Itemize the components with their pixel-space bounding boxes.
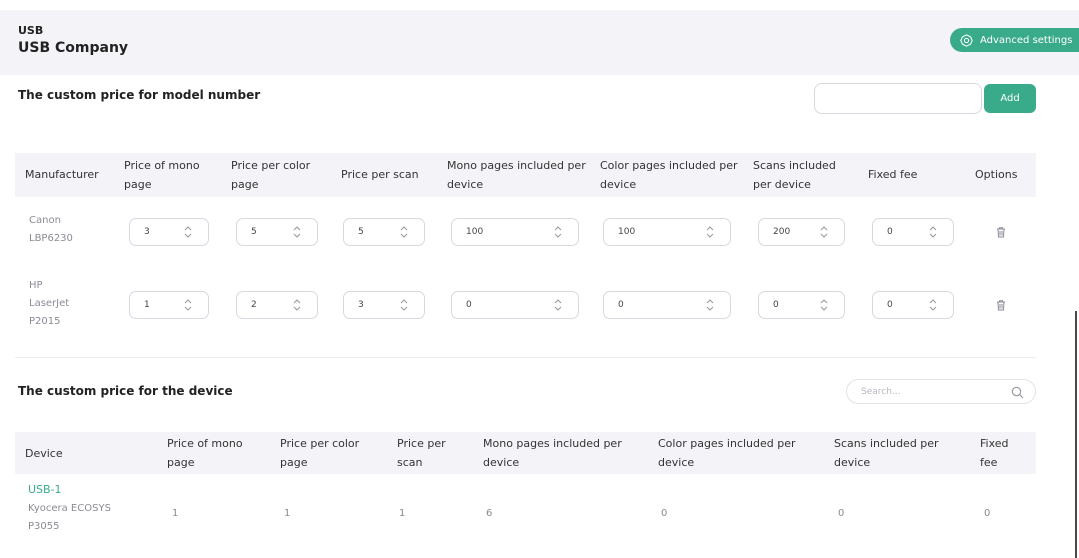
add-button[interactable]: Add bbox=[984, 84, 1036, 113]
model-col-fixed-fee: Fixed fee bbox=[868, 168, 918, 181]
model-col-options: Options bbox=[975, 168, 1018, 181]
device-col-fixed-fee: Fixed fee bbox=[980, 437, 1009, 469]
spinner-arrows-icon[interactable] bbox=[818, 298, 830, 312]
scans-included-stepper[interactable]: 0 bbox=[758, 291, 845, 319]
gear-icon bbox=[960, 33, 973, 47]
spinner-arrows-icon[interactable] bbox=[398, 298, 410, 312]
stepper-value: 0 bbox=[887, 227, 893, 237]
price-scan-stepper[interactable]: 3 bbox=[343, 291, 425, 319]
spinner-arrows-icon[interactable] bbox=[927, 298, 939, 312]
price-color-stepper[interactable]: 5 bbox=[236, 218, 318, 246]
device-model-line: Kyocera ECOSYS bbox=[28, 503, 111, 514]
spinner-arrows-icon[interactable] bbox=[552, 225, 564, 239]
spinner-arrows-icon[interactable] bbox=[818, 225, 830, 239]
device-col-price-color: Price per color page bbox=[280, 437, 360, 469]
advanced-settings-button[interactable]: Advanced settings bbox=[950, 28, 1079, 52]
model-section-title: The custom price for model number bbox=[18, 88, 261, 102]
stepper-value: 2 bbox=[251, 300, 257, 310]
mono-included-stepper[interactable]: 0 bbox=[451, 291, 579, 319]
device-mono-included: 6 bbox=[486, 508, 493, 519]
scans-included-stepper[interactable]: 200 bbox=[758, 218, 845, 246]
model-col-color-included: Color pages included per device bbox=[600, 159, 738, 191]
stepper-value: 5 bbox=[251, 227, 257, 237]
stepper-value: 0 bbox=[618, 300, 624, 310]
stepper-value: 100 bbox=[618, 227, 636, 237]
model-col-scans-included: Scans included per device bbox=[753, 159, 836, 191]
advanced-settings-label: Advanced settings bbox=[980, 34, 1073, 46]
device-col-price-scan: Price per scan bbox=[397, 437, 446, 469]
device-col-scans-included: Scans included per device bbox=[834, 437, 939, 469]
spinner-arrows-icon[interactable] bbox=[398, 225, 410, 239]
stepper-value: 3 bbox=[144, 227, 150, 237]
manufacturer-line: HP bbox=[29, 280, 43, 291]
stepper-value: 5 bbox=[358, 227, 364, 237]
spinner-arrows-icon[interactable] bbox=[291, 298, 303, 312]
device-col-device: Device bbox=[25, 447, 63, 460]
device-col-color-included: Color pages included per device bbox=[658, 437, 796, 469]
stepper-value: 0 bbox=[887, 300, 893, 310]
device-price-scan: 1 bbox=[399, 508, 406, 519]
spinner-arrows-icon[interactable] bbox=[291, 225, 303, 239]
model-col-mono-included: Mono pages included per device bbox=[447, 159, 586, 191]
manufacturer-line: LaserJet bbox=[29, 298, 70, 309]
stepper-value: 3 bbox=[358, 300, 364, 310]
color-included-stepper[interactable]: 0 bbox=[603, 291, 731, 319]
scrollbar[interactable] bbox=[1075, 311, 1077, 558]
trash-icon[interactable] bbox=[995, 226, 1007, 238]
company-name: USB Company bbox=[18, 40, 129, 56]
company-header: USB USB Company Advanced settings bbox=[0, 10, 1079, 75]
spinner-arrows-icon[interactable] bbox=[182, 225, 194, 239]
fixed-fee-stepper[interactable]: 0 bbox=[872, 291, 954, 319]
company-kicker: USB bbox=[18, 24, 44, 37]
search-icon[interactable] bbox=[1011, 386, 1024, 399]
model-col-price-mono: Price of mono page bbox=[124, 159, 200, 191]
model-number-input[interactable] bbox=[814, 83, 982, 114]
stepper-value: 100 bbox=[466, 227, 484, 237]
device-section-title: The custom price for the device bbox=[18, 384, 233, 398]
manufacturer-line: P2015 bbox=[29, 316, 61, 327]
device-search[interactable] bbox=[846, 379, 1036, 404]
device-color-included: 0 bbox=[661, 508, 668, 519]
search-input[interactable] bbox=[861, 384, 1001, 400]
device-model-line: P3055 bbox=[28, 521, 60, 532]
stepper-value: 1 bbox=[144, 300, 150, 310]
model-col-manufacturer: Manufacturer bbox=[25, 168, 99, 181]
device-fixed-fee: 0 bbox=[984, 508, 991, 519]
fixed-fee-stepper[interactable]: 0 bbox=[872, 218, 954, 246]
stepper-value: 0 bbox=[773, 300, 779, 310]
manufacturer-line: Canon bbox=[29, 215, 61, 226]
device-scans-included: 0 bbox=[838, 508, 845, 519]
price-scan-stepper[interactable]: 5 bbox=[343, 218, 425, 246]
stepper-value: 0 bbox=[466, 300, 472, 310]
price-mono-stepper[interactable]: 1 bbox=[129, 291, 209, 319]
model-col-price-color: Price per color page bbox=[231, 159, 311, 191]
section-divider bbox=[15, 357, 1036, 358]
device-col-price-mono: Price of mono page bbox=[167, 437, 243, 469]
spinner-arrows-icon[interactable] bbox=[704, 225, 716, 239]
device-link[interactable]: USB-1 bbox=[28, 483, 62, 496]
price-color-stepper[interactable]: 2 bbox=[236, 291, 318, 319]
color-included-stepper[interactable]: 100 bbox=[603, 218, 731, 246]
device-price-color: 1 bbox=[284, 508, 291, 519]
spinner-arrows-icon[interactable] bbox=[927, 225, 939, 239]
price-mono-stepper[interactable]: 3 bbox=[129, 218, 209, 246]
stepper-value: 200 bbox=[773, 227, 791, 237]
manufacturer-line: LBP6230 bbox=[29, 233, 73, 244]
spinner-arrows-icon[interactable] bbox=[182, 298, 194, 312]
spinner-arrows-icon[interactable] bbox=[552, 298, 564, 312]
spinner-arrows-icon[interactable] bbox=[704, 298, 716, 312]
mono-included-stepper[interactable]: 100 bbox=[451, 218, 579, 246]
trash-icon[interactable] bbox=[995, 299, 1007, 311]
model-col-price-scan: Price per scan bbox=[341, 168, 419, 181]
device-col-mono-included: Mono pages included per device bbox=[483, 437, 622, 469]
device-price-mono: 1 bbox=[172, 508, 179, 519]
